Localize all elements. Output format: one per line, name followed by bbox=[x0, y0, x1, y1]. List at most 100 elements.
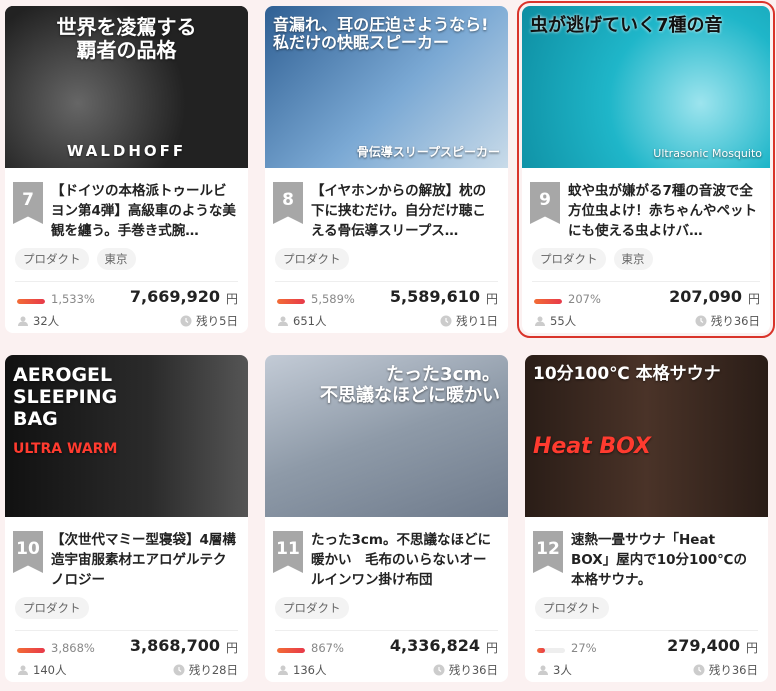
tag[interactable]: プロダクト bbox=[532, 248, 606, 270]
clock-icon bbox=[180, 315, 192, 327]
divider bbox=[535, 630, 758, 631]
backers-count: 32人 bbox=[33, 314, 60, 328]
tag[interactable]: プロダクト bbox=[15, 248, 89, 270]
thumbnail-caption: 10分100℃ 本格サウナ bbox=[533, 364, 721, 384]
project-card[interactable]: たった3cm。 不思議なほどに暖かい 11 たった3cm。不思議なほどに暖かい … bbox=[265, 355, 508, 682]
tag[interactable]: プロダクト bbox=[275, 248, 349, 270]
tag[interactable]: 東京 bbox=[613, 248, 653, 270]
person-icon bbox=[535, 316, 545, 326]
currency-unit: 円 bbox=[747, 292, 760, 306]
tag[interactable]: プロダクト bbox=[535, 597, 609, 619]
thumbnail-caption: 世界を凌駕する 覇者の品格 bbox=[56, 15, 197, 62]
thumbnail-caption: たった3cm。 不思議なほどに暖かい bbox=[320, 364, 500, 406]
thumbnail-brand: Heat BOX bbox=[533, 434, 652, 459]
rank-badge: 8 bbox=[273, 182, 303, 224]
project-thumbnail[interactable]: AEROGEL SLEEPING BAG ULTRA WARM bbox=[5, 355, 248, 517]
project-thumbnail[interactable]: 虫が逃げていく7種の音 Ultrasonic Mosquito bbox=[522, 6, 770, 168]
funded-amount: 7,669,920 bbox=[129, 287, 220, 306]
thumbnail-brand: Ultrasonic Mosquito bbox=[653, 147, 762, 160]
progress-fill bbox=[17, 299, 45, 304]
backers: 651人 bbox=[277, 313, 326, 329]
project-card[interactable]: 虫が逃げていく7種の音 Ultrasonic Mosquito 9 蚊や虫が嫌が… bbox=[517, 1, 775, 338]
progress-bar bbox=[537, 648, 565, 653]
progress-bar bbox=[277, 648, 305, 653]
person-icon bbox=[538, 665, 548, 675]
thumbnail-caption: AEROGEL SLEEPING BAG bbox=[13, 364, 118, 430]
backers-count: 55人 bbox=[550, 314, 577, 328]
rank-badge: 10 bbox=[13, 531, 43, 573]
rank-badge: 9 bbox=[530, 182, 560, 224]
time-remaining: 残り28日 bbox=[173, 662, 238, 678]
backers: 3人 bbox=[537, 662, 572, 678]
time-remaining: 残り36日 bbox=[693, 662, 758, 678]
project-title[interactable]: 【次世代マミー型寝袋】4層構造宇宙服素材エアロゲルテクノロジー bbox=[51, 530, 238, 590]
project-title[interactable]: たった3cm。不思議なほどに暖かい 毛布のいらないオールインワン掛け布団 bbox=[311, 530, 498, 590]
backers: 140人 bbox=[17, 662, 66, 678]
clock-icon bbox=[173, 664, 185, 676]
time-remaining: 残り5日 bbox=[180, 313, 238, 329]
thumbnail-brand: WALDHOFF bbox=[66, 142, 187, 160]
progress-fill bbox=[17, 648, 45, 653]
project-card[interactable]: 世界を凌駕する 覇者の品格 WALDHOFF 7 【ドイツの本格派トゥールビヨン… bbox=[5, 6, 248, 333]
project-thumbnail[interactable]: 世界を凌駕する 覇者の品格 WALDHOFF bbox=[5, 6, 248, 168]
person-icon bbox=[278, 316, 288, 326]
remaining-days: 残り36日 bbox=[710, 314, 760, 328]
percent-achieved: 3,868% bbox=[51, 641, 95, 655]
thumbnail-brand: ULTRA WARM bbox=[13, 441, 118, 457]
progress-bar bbox=[534, 299, 562, 304]
project-card[interactable]: AEROGEL SLEEPING BAG ULTRA WARM 10 【次世代マ… bbox=[5, 355, 248, 682]
backers: 136人 bbox=[277, 662, 326, 678]
tag[interactable]: 東京 bbox=[96, 248, 136, 270]
project-title[interactable]: 速熱一畳サウナ「Heat BOX」屋内で10分100℃の本格サウナ。 bbox=[571, 530, 758, 590]
divider bbox=[275, 630, 498, 631]
remaining-days: 残り5日 bbox=[196, 314, 238, 328]
project-thumbnail[interactable]: たった3cm。 不思議なほどに暖かい bbox=[265, 355, 508, 517]
progress-fill bbox=[537, 648, 545, 653]
tag-list: プロダクト bbox=[535, 597, 609, 619]
progress-fill bbox=[277, 648, 305, 653]
project-title[interactable]: 【ドイツの本格派トゥールビヨン第4弾】高級車のような美観を纏う。手巻き式腕… bbox=[51, 181, 238, 241]
currency-unit: 円 bbox=[485, 292, 498, 306]
backers: 55人 bbox=[534, 313, 576, 329]
divider bbox=[532, 281, 760, 282]
remaining-days: 残り28日 bbox=[188, 663, 238, 677]
project-thumbnail[interactable]: 音漏れ、耳の圧迫さようなら! 私だけの快眠スピーカー 骨伝導スリープスピーカー bbox=[265, 6, 508, 168]
progress-fill bbox=[277, 299, 305, 304]
currency-unit: 円 bbox=[485, 641, 498, 655]
rank-badge: 11 bbox=[273, 531, 303, 573]
tag[interactable]: プロダクト bbox=[275, 597, 349, 619]
backers-count: 651人 bbox=[293, 314, 327, 328]
project-thumbnail[interactable]: 10分100℃ 本格サウナ Heat BOX bbox=[525, 355, 768, 517]
currency-unit: 円 bbox=[225, 641, 238, 655]
tag-list: プロダクト bbox=[15, 597, 89, 619]
funded-amount: 4,336,824 bbox=[389, 636, 480, 655]
time-remaining: 残り36日 bbox=[433, 662, 498, 678]
tag-list: プロダクト bbox=[275, 597, 349, 619]
thumbnail-caption: 虫が逃げていく7種の音 bbox=[530, 15, 723, 36]
tag-list: プロダクト bbox=[275, 248, 349, 270]
time-remaining: 残り36日 bbox=[695, 313, 760, 329]
project-grid: 世界を凌駕する 覇者の品格 WALDHOFF 7 【ドイツの本格派トゥールビヨン… bbox=[0, 0, 776, 691]
project-title[interactable]: 【イヤホンからの解放】枕の下に挟むだけ。自分だけ聴こえる骨伝導スリープス… bbox=[311, 181, 498, 241]
remaining-days: 残り1日 bbox=[456, 314, 498, 328]
progress-bar bbox=[17, 648, 45, 653]
progress-fill bbox=[534, 299, 562, 304]
divider bbox=[15, 281, 238, 282]
percent-achieved: 1,533% bbox=[51, 292, 95, 306]
currency-unit: 円 bbox=[225, 292, 238, 306]
project-card[interactable]: 音漏れ、耳の圧迫さようなら! 私だけの快眠スピーカー 骨伝導スリープスピーカー … bbox=[265, 6, 508, 333]
person-icon bbox=[278, 665, 288, 675]
progress-bar bbox=[277, 299, 305, 304]
divider bbox=[15, 630, 238, 631]
funded-amount: 279,400 bbox=[667, 636, 740, 655]
project-title[interactable]: 蚊や虫が嫌がる7種の音波で全方位虫よけ！赤ちゃんやペットにも使える虫よけバ… bbox=[568, 181, 760, 241]
currency-unit: 円 bbox=[745, 641, 758, 655]
funded-amount: 3,868,700 bbox=[129, 636, 220, 655]
project-card[interactable]: 10分100℃ 本格サウナ Heat BOX 12 速熱一畳サウナ「Heat B… bbox=[525, 355, 768, 682]
clock-icon bbox=[693, 664, 705, 676]
funded-amount: 207,090 bbox=[669, 287, 742, 306]
backers-count: 140人 bbox=[33, 663, 67, 677]
person-icon bbox=[18, 665, 28, 675]
remaining-days: 残り36日 bbox=[448, 663, 498, 677]
tag[interactable]: プロダクト bbox=[15, 597, 89, 619]
